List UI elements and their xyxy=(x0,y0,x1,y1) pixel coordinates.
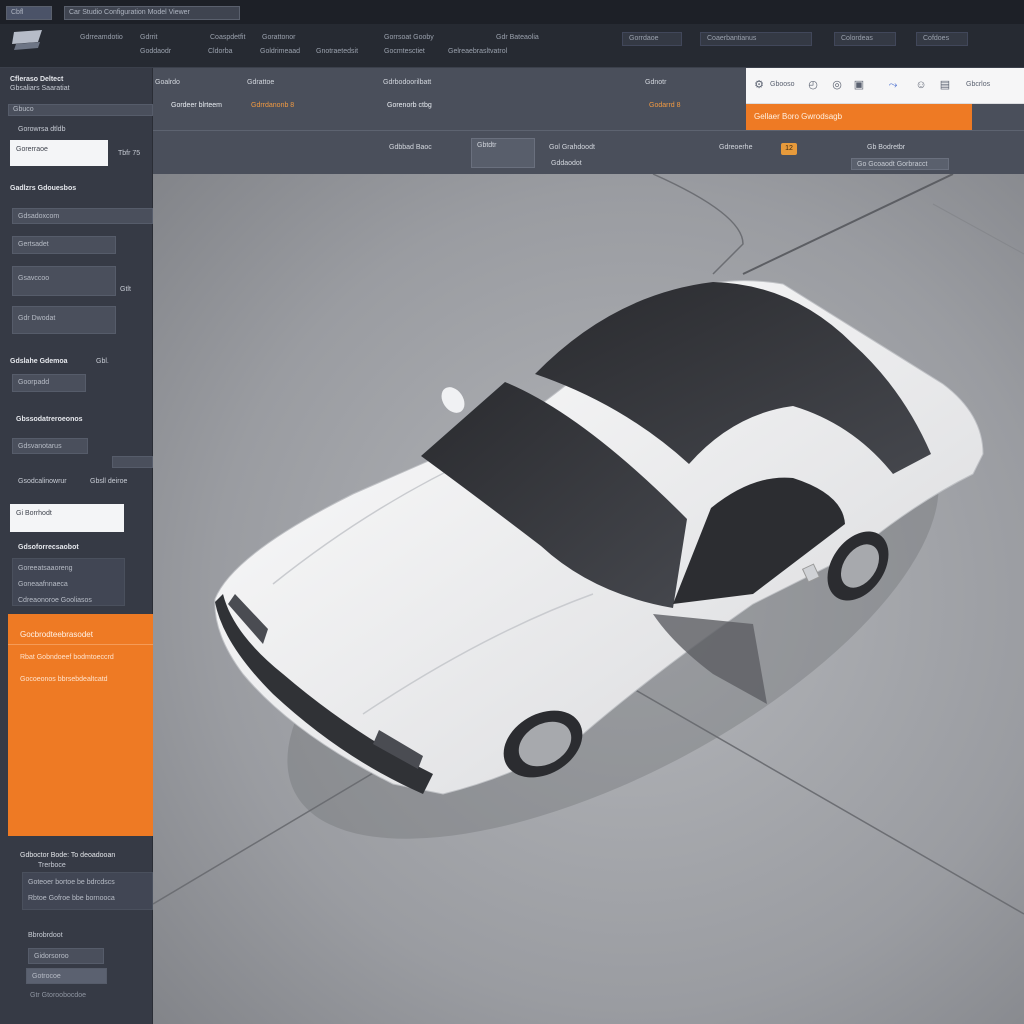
footer-box: Goteoer bortoe be bdrcdscs Rbtoe Gofroe … xyxy=(22,872,153,910)
sidebar-row-3[interactable]: Gsodcalinowrur xyxy=(18,478,67,485)
section-heading: Gbssodatreroeonos xyxy=(16,416,83,423)
footer-field[interactable]: Gidorsoroo xyxy=(28,948,104,964)
header-pill[interactable]: Gorrdaoe xyxy=(622,32,682,46)
share-icon[interactable]: ⤳ xyxy=(886,78,900,92)
list-item[interactable]: Goneaafnnaeca xyxy=(18,581,119,588)
sidebar-field-1[interactable]: Gdsadoxcom xyxy=(12,208,153,224)
info-column-label: Gdrattoe xyxy=(247,79,275,86)
section-heading: Gdslahe Gdemoa xyxy=(10,358,68,365)
header-nav-link[interactable]: Gdr Bateaolia xyxy=(496,34,539,41)
app-header: Gdrreamdotio Gdrrit Coaspdetfit Goratton… xyxy=(0,24,1024,68)
promo-title: Gocbrodteebrasodet xyxy=(20,630,93,639)
info-column-label: Gdnotr xyxy=(645,79,667,86)
promo-line: Gocoeonos bbrsebdealtcatd xyxy=(20,676,108,683)
target-icon[interactable]: ◎ xyxy=(830,78,844,92)
sidebar-tag: Gbuco xyxy=(8,104,153,116)
header-sub-link[interactable]: Goddaodr xyxy=(140,48,171,55)
info-item[interactable]: Gb Bodretbr xyxy=(867,144,905,151)
app-subtitle: Gbsaliars Saaratiat xyxy=(10,85,70,92)
header-sub-link[interactable]: Goldrimeaad xyxy=(260,48,300,55)
info-value: Gorenorb ctbg xyxy=(387,102,432,109)
promo-card[interactable]: Gocbrodteebrasodet Rbat Gobndoeef bodmto… xyxy=(8,614,153,836)
sidebar-field-4[interactable]: Gdr Dwodat xyxy=(12,306,116,334)
section-heading: Gadlzrs Gdouesbos xyxy=(10,185,77,192)
header-pill[interactable]: Cofdoes xyxy=(916,32,968,46)
toolbar-label[interactable]: Gbcrlos xyxy=(966,81,990,88)
info-item[interactable]: Gdbbad Baoc xyxy=(389,144,432,151)
camera-icon[interactable]: ▣ xyxy=(852,78,866,92)
info-value: Gordeer blrteem xyxy=(171,102,222,109)
field-aside: Gtlt xyxy=(120,286,131,293)
count-badge: 12 xyxy=(781,143,797,155)
window-tab-1[interactable]: Cbfl xyxy=(6,6,52,20)
sidebar-field-2[interactable]: Gertsadet xyxy=(12,236,116,254)
app-title: Cfleraso Deltect xyxy=(10,76,64,83)
footer-field[interactable]: Gotrocoe xyxy=(26,968,107,984)
timer-icon[interactable]: ◴ xyxy=(806,78,820,92)
header-nav-link[interactable]: Gdrrit xyxy=(140,34,158,41)
settings-icon[interactable]: ⚙ xyxy=(752,78,766,92)
sidebar-list: Goreeatsaaoreng Goneaafnnaeca Cdreaonoro… xyxy=(12,558,125,606)
filter-label: Gorowrsa dtldb xyxy=(18,126,66,133)
info-dropdown[interactable]: Go Gcoaodt Gorbracct xyxy=(851,158,949,170)
info-item[interactable]: Gol Grahdoodt xyxy=(549,144,595,151)
promo-line: Rbat Gobndoeef bodmtoeccrd xyxy=(20,654,114,661)
title-bar: Cbfl Car Studio Configuration Model View… xyxy=(0,0,1024,24)
toolbar-label[interactable]: Gbooso xyxy=(770,81,795,88)
header-pill[interactable]: Colordeas xyxy=(834,32,896,46)
sidebar-row-2[interactable]: Gdsvanotarus xyxy=(12,438,88,454)
footer-last[interactable]: Gtr Gtoroobocdoe xyxy=(30,992,86,999)
header-sub-link[interactable]: Gnotraetedsit xyxy=(316,48,358,55)
divider xyxy=(153,130,1024,131)
footer-row[interactable]: Rbtoe Gofroe bbe bornooca xyxy=(28,895,147,902)
footer-label: Bbrobrdoot xyxy=(28,932,63,939)
divider xyxy=(8,644,153,645)
3d-viewport[interactable] xyxy=(153,174,1024,1024)
sidebar-mini-field[interactable] xyxy=(112,456,153,468)
header-nav-link[interactable]: Gorrsoat Gooby xyxy=(384,34,434,41)
car-render xyxy=(153,174,1024,1024)
row-aside: Gbsll deiroe xyxy=(90,478,128,485)
info-tag[interactable]: Gbtdtr xyxy=(471,138,535,168)
list-item[interactable]: Goreeatsaaoreng xyxy=(18,565,119,572)
add-button[interactable]: Gi Borrhodt xyxy=(10,504,124,532)
header-nav-link[interactable]: Gorattonor xyxy=(262,34,295,41)
view-toolbar: ⚙ Gbooso ◴ ◎ ▣ ⤳ ☺ ▤ Gbcrlos xyxy=(746,68,1024,104)
footer-subtitle: Trerboce xyxy=(38,862,66,869)
search-aside: Tbfr 75 xyxy=(118,150,141,157)
sidebar-field-3[interactable]: Gsavccoo xyxy=(12,266,116,296)
info-value: Godarrd 8 xyxy=(649,102,681,109)
info-column-label: Gdrbodoorilbatt xyxy=(383,79,432,86)
info-item[interactable]: Gdreoerhe xyxy=(719,144,752,151)
sidebar: Cfleraso Deltect Gbsaliars Saaratiat Gbu… xyxy=(0,68,153,1024)
footer-row[interactable]: Goteoer bortoe be bdrcdscs xyxy=(28,879,147,886)
logo-icon[interactable] xyxy=(10,28,46,52)
window-tab-2[interactable]: Car Studio Configuration Model Viewer xyxy=(64,6,240,20)
header-sub-link[interactable]: Gocmtesctiet xyxy=(384,48,425,55)
footer-title: Gdboctor Bode: To deoadooan xyxy=(20,852,116,859)
header-nav-link[interactable]: Coaspdetfit xyxy=(210,34,245,41)
list-item[interactable]: Cdreaonoroe Gooliasos xyxy=(18,597,119,604)
header-nav-link[interactable]: Gdrreamdotio xyxy=(80,34,123,41)
info-item[interactable]: Gddaodot xyxy=(551,160,582,167)
primary-action-button[interactable]: Gellaer Boro Gwrodsagb xyxy=(746,104,972,130)
chart-icon[interactable]: ▤ xyxy=(938,78,952,92)
search-input[interactable]: Gorerraoe xyxy=(10,140,108,166)
section-aside: Gbl. xyxy=(96,358,109,365)
header-pill[interactable]: Coaerbantianus xyxy=(700,32,812,46)
user-icon[interactable]: ☺ xyxy=(914,78,928,92)
info-value: Gdrrdanonb 8 xyxy=(251,102,295,109)
info-column-label: Goalrdo xyxy=(155,79,180,86)
section-heading: Gdsoforrecsaobot xyxy=(18,544,79,551)
header-sub-link[interactable]: Gelreaebrasltvatrol xyxy=(448,48,507,55)
sidebar-row[interactable]: Goorpadd xyxy=(12,374,86,392)
header-sub-link[interactable]: Cldorba xyxy=(208,48,233,55)
